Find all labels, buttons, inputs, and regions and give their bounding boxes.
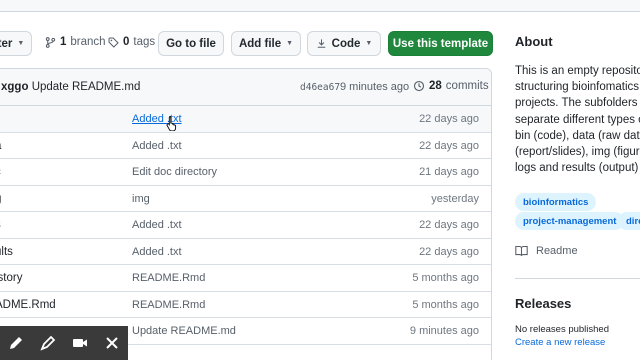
commit-time: 9 minutes ago	[340, 81, 410, 93]
mouse-cursor-icon	[166, 116, 177, 131]
code-label: Code	[331, 37, 361, 50]
create-release-link[interactable]: Create a new release	[515, 337, 605, 348]
branch-select-button[interactable]: ter ▼	[0, 31, 32, 56]
tag-word: tags	[133, 36, 156, 48]
table-row[interactable]: Added .txt 22 days ago	[0, 106, 491, 133]
file-name[interactable]: a	[0, 140, 105, 152]
table-row[interactable]: g img yesterday	[0, 186, 491, 212]
file-age: 22 days ago	[419, 245, 479, 258]
commit-sha[interactable]: d46ea67	[300, 82, 340, 93]
caret-down-icon: ▼	[17, 40, 25, 47]
no-releases-text: No releases published	[515, 324, 610, 335]
tags-link[interactable]: 0 tags	[108, 36, 155, 48]
code-button[interactable]: Code ▼	[307, 31, 381, 56]
caret-down-icon: ▼	[365, 40, 373, 47]
about-line: structuring bioinfomatics	[515, 81, 639, 94]
about-line: logs and results (output)	[515, 162, 639, 175]
file-name[interactable]: g	[0, 193, 105, 205]
topic-tag[interactable]: bioinformatics	[515, 193, 597, 211]
highlighter-icon[interactable]	[40, 335, 56, 351]
use-template-button[interactable]: Use this template	[388, 31, 493, 56]
file-rows: Added .txt22 days agoaAdded .txt22 days …	[0, 106, 491, 345]
file-commit-message[interactable]: img	[132, 193, 150, 205]
file-age: 5 months ago	[412, 298, 479, 311]
commit-message[interactable]: Update README.md	[32, 81, 141, 93]
add-file-button[interactable]: Add file ▼	[231, 31, 301, 56]
about-line: bin (code), data (raw dat	[515, 129, 640, 142]
repo-toolbar: ter ▼ 1 branch 0 tags Go to file Add fil…	[0, 31, 500, 57]
branch-word: branch	[70, 36, 106, 48]
file-name[interactable]: ults	[0, 246, 105, 258]
commit-count: 28	[429, 80, 442, 92]
file-commit-message[interactable]: Added .txt	[132, 140, 182, 152]
file-commit-message[interactable]: Update README.md	[132, 325, 236, 337]
sidebar-divider	[515, 278, 640, 279]
branch-icon	[45, 36, 56, 48]
about-description: This is an empty reposito structuring bi…	[515, 63, 640, 176]
branch-select-label: ter	[0, 37, 13, 50]
file-age: 22 days ago	[419, 113, 479, 125]
table-row[interactable]: istory README.Rmd 5 months ago	[0, 265, 491, 292]
repo-sidebar: About This is an empty reposito structur…	[515, 0, 640, 360]
commit-word: commits	[445, 80, 489, 92]
file-age: 21 days ago	[419, 166, 479, 178]
tag-count: 0	[123, 36, 130, 48]
readme-label: Readme	[536, 245, 578, 257]
file-age: 22 days ago	[419, 139, 479, 152]
tag-icon	[108, 37, 119, 48]
file-commit-message[interactable]: Added .txt	[132, 246, 182, 258]
table-row[interactable]: ults Added .txt 22 days ago	[0, 239, 491, 265]
file-name[interactable]: s	[0, 219, 105, 231]
about-line: separate different types o	[515, 113, 640, 126]
branches-link[interactable]: 1 branch	[45, 36, 106, 48]
file-commit-message[interactable]: README.Rmd	[132, 272, 205, 284]
readme-link[interactable]: Readme	[515, 245, 578, 257]
file-commit-message[interactable]: Added .txt	[132, 219, 182, 231]
commits-link[interactable]: 28 commits	[413, 80, 489, 92]
topic-tag[interactable]: dire	[618, 212, 640, 230]
pen-icon[interactable]	[8, 335, 24, 351]
caret-down-icon: ▼	[286, 40, 294, 47]
annotation-toolbar	[0, 326, 128, 360]
table-row[interactable]: c Edit doc directory 21 days ago	[0, 159, 491, 186]
commit-author[interactable]: xggo	[1, 81, 28, 93]
table-row[interactable]: s Added .txt 22 days ago	[0, 212, 491, 239]
camera-icon[interactable]	[72, 335, 88, 351]
go-to-file-button[interactable]: Go to file	[158, 31, 224, 56]
about-line: This is an empty reposito	[515, 65, 640, 77]
table-row[interactable]: a Added .txt 22 days ago	[0, 133, 491, 159]
file-name[interactable]: istory	[0, 272, 105, 284]
close-icon[interactable]	[104, 335, 120, 351]
file-age: 5 months ago	[412, 272, 479, 284]
history-icon	[413, 80, 425, 92]
about-line: (report/slides), img (figur	[515, 146, 640, 159]
file-list-box: xggo Update README.md d46ea67 9 minutes …	[0, 68, 492, 360]
releases-heading: Releases	[515, 296, 572, 311]
file-name[interactable]: ADME.Rmd	[0, 299, 105, 311]
branch-count: 1	[60, 36, 67, 48]
file-commit-message[interactable]: README.Rmd	[132, 299, 205, 311]
file-age: 22 days ago	[419, 219, 479, 231]
book-icon	[515, 246, 528, 256]
download-icon	[317, 39, 325, 48]
file-age: 9 minutes ago	[409, 325, 479, 337]
add-file-label: Add file	[238, 37, 282, 50]
topic-tag[interactable]: project-management	[515, 212, 625, 230]
file-commit-message[interactable]: Edit doc directory	[132, 166, 217, 178]
latest-commit-author-line: xggo Update README.md	[1, 81, 140, 93]
file-age: yesterday	[431, 192, 479, 205]
about-line: projects. The subfolders	[515, 97, 638, 110]
about-heading: About	[515, 34, 553, 49]
table-row[interactable]: ADME.Rmd README.Rmd 5 months ago	[0, 292, 491, 318]
file-name[interactable]: c	[0, 166, 105, 178]
latest-commit-header: xggo Update README.md d46ea67 9 minutes …	[0, 69, 491, 106]
